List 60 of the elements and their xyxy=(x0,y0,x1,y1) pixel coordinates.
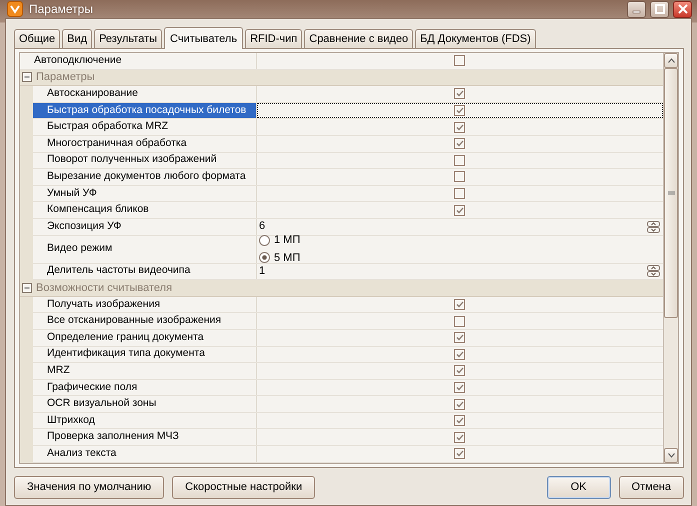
checkbox[interactable] xyxy=(454,105,465,116)
checkbox[interactable] xyxy=(454,316,465,327)
property-value[interactable]: 6 xyxy=(259,218,266,235)
scrollbar-thumb[interactable] xyxy=(664,68,678,318)
close-icon xyxy=(678,4,688,14)
caret-down-icon xyxy=(668,452,674,458)
property-label[interactable]: Автоподключение xyxy=(20,53,257,69)
radio-button[interactable] xyxy=(259,252,270,264)
collapse-icon[interactable] xyxy=(22,282,32,293)
checkbox[interactable] xyxy=(454,348,465,360)
radio-label[interactable]: 1 МП xyxy=(274,232,300,249)
caret-up-icon xyxy=(668,58,674,63)
tab[interactable]: БД Документов (FDS) xyxy=(415,29,536,48)
tab[interactable]: Результаты xyxy=(94,29,162,48)
grip-icon xyxy=(668,190,674,196)
dialog-button[interactable]: Отмена xyxy=(618,476,684,499)
property-label[interactable]: Видео режим xyxy=(33,236,257,263)
checkbox[interactable] xyxy=(454,415,465,426)
scroll-down-button[interactable] xyxy=(664,448,678,463)
tab[interactable]: Вид xyxy=(62,29,92,48)
app-icon xyxy=(7,1,23,17)
property-label[interactable]: Быстрая обработка посадочных билетов xyxy=(33,102,257,118)
checkbox[interactable] xyxy=(454,88,465,100)
checkbox[interactable] xyxy=(454,398,465,410)
checkbox[interactable] xyxy=(454,138,465,150)
tab[interactable]: Считыватель xyxy=(164,27,244,49)
window-title: Параметры xyxy=(29,1,93,18)
dialog-button[interactable]: Скоростные настройки xyxy=(172,476,316,499)
checkbox[interactable] xyxy=(454,365,465,376)
collapse-icon[interactable] xyxy=(22,72,32,82)
checkbox[interactable] xyxy=(454,299,465,310)
checkbox[interactable] xyxy=(454,432,465,443)
ok-button[interactable]: OK xyxy=(546,476,611,499)
spinner-icon[interactable] xyxy=(647,220,660,233)
checkbox[interactable] xyxy=(454,55,465,66)
maximize-icon xyxy=(654,4,664,14)
checkbox[interactable] xyxy=(454,154,465,166)
close-button[interactable] xyxy=(673,0,692,18)
checkbox[interactable] xyxy=(454,382,465,393)
spinner-icon[interactable] xyxy=(647,265,660,278)
group-title: Возможности считывателя xyxy=(36,280,172,296)
property-label[interactable]: Делитель частоты видеочипа xyxy=(33,264,257,280)
scroll-up-button[interactable] xyxy=(664,53,678,68)
tab[interactable]: Сравнение с видео xyxy=(304,29,414,48)
radio-button[interactable] xyxy=(259,234,270,246)
minimize-button[interactable] xyxy=(627,0,646,18)
checkbox[interactable] xyxy=(454,204,465,216)
dialog-button[interactable]: Значения по умолчанию xyxy=(14,476,164,499)
checkbox[interactable] xyxy=(454,171,465,182)
maximize-button[interactable] xyxy=(650,0,669,18)
checkbox[interactable] xyxy=(454,332,465,344)
checkbox[interactable] xyxy=(454,122,465,133)
tab[interactable]: Общие xyxy=(14,29,60,48)
checkbox[interactable] xyxy=(454,188,465,200)
tab[interactable]: RFID-чип xyxy=(245,29,302,48)
radio-label[interactable]: 5 МП xyxy=(274,250,300,266)
group-title: Параметры xyxy=(36,70,95,86)
property-value[interactable]: 1 xyxy=(259,263,266,280)
checkbox[interactable] xyxy=(454,448,465,460)
property-label[interactable]: Экспозиция УФ xyxy=(33,218,257,235)
